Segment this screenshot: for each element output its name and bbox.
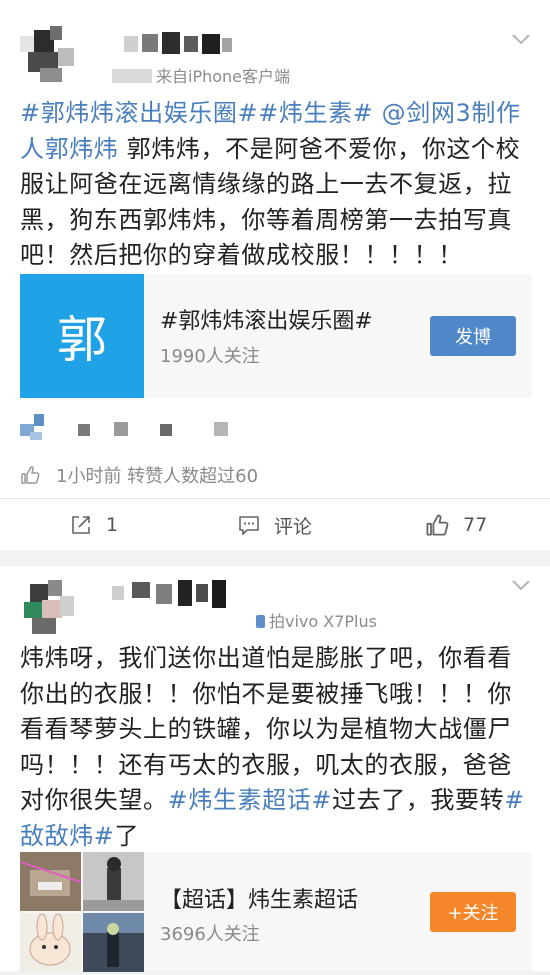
post-to-topic-button[interactable]: 发博: [430, 316, 516, 356]
post-card-2: 拍vivo X7Plus 炜炜呀，我们送你出道怕是膨胀了吧，你看看你出的衣服！！…: [0, 566, 550, 972]
topic-thumbnail: 郭: [20, 274, 144, 398]
like-icon: [21, 466, 40, 484]
topic-title: #郭炜炜滚出娱乐圈#: [160, 309, 373, 334]
repost-icon: [72, 516, 90, 534]
post-body-text: 过去了，我要转: [332, 786, 505, 814]
topic-followers: 3696人关注: [160, 924, 260, 945]
hashtag-link[interactable]: #炜生素超话#: [168, 786, 332, 814]
avatar[interactable]: [20, 22, 82, 84]
username[interactable]: [124, 30, 234, 58]
topic-followers: 1990人关注: [160, 346, 260, 367]
topic-thumbnail: [19, 852, 144, 972]
repost-count: 1: [106, 514, 119, 536]
liked-by-row[interactable]: [20, 412, 260, 442]
topic-card[interactable]: 郭 #郭炜炜滚出娱乐圈# 1990人关注 发博: [20, 274, 532, 398]
phone-icon: [256, 615, 265, 628]
post-body: 炜炜呀，我们送你出道怕是膨胀了吧，你看看你出的衣服！！你怕不是要被捶飞哦！！！你…: [20, 641, 535, 854]
repost-button[interactable]: 1: [70, 506, 118, 544]
post-meta-text: 1小时前 转赞人数超过60: [56, 466, 259, 487]
thumbnail-image: [83, 913, 144, 972]
hashtag-link[interactable]: #炜生素#: [258, 99, 373, 127]
thumbnail-image: [19, 852, 82, 911]
comment-label: 评论: [274, 515, 313, 538]
topic-title: 【超话】炜生素超话: [160, 888, 359, 913]
like-count: 77: [463, 514, 488, 536]
post-card-1: 来自iPhone客户端 #郭炜炜滚出娱乐圈##炜生素# @剑网3制作人郭炜炜 郭…: [0, 0, 550, 550]
comment-button[interactable]: 评论: [238, 506, 312, 544]
post-source: 拍vivo X7Plus: [256, 608, 377, 632]
avatar[interactable]: [20, 576, 82, 638]
divider: [0, 498, 550, 499]
post-body: #郭炜炜滚出娱乐圈##炜生素# @剑网3制作人郭炜炜 郭炜炜，不是阿爸不爱你，你…: [20, 96, 535, 274]
thumbnail-image: [83, 852, 144, 911]
like-button[interactable]: 77: [425, 506, 487, 544]
post-meta: 1小时前 转赞人数超过60: [20, 460, 258, 490]
hashtag-link[interactable]: #郭炜炜滚出娱乐圈#: [20, 99, 258, 127]
chevron-down-icon[interactable]: [510, 574, 532, 596]
like-icon: [426, 514, 449, 536]
post-body-text: 了: [114, 821, 140, 850]
follow-button[interactable]: +关注: [430, 892, 516, 932]
post-source: 来自iPhone客户端: [112, 63, 290, 87]
thumbnail-image: [20, 913, 81, 972]
comment-icon: [239, 516, 259, 535]
chevron-down-icon[interactable]: [510, 28, 532, 50]
username[interactable]: [112, 580, 232, 608]
